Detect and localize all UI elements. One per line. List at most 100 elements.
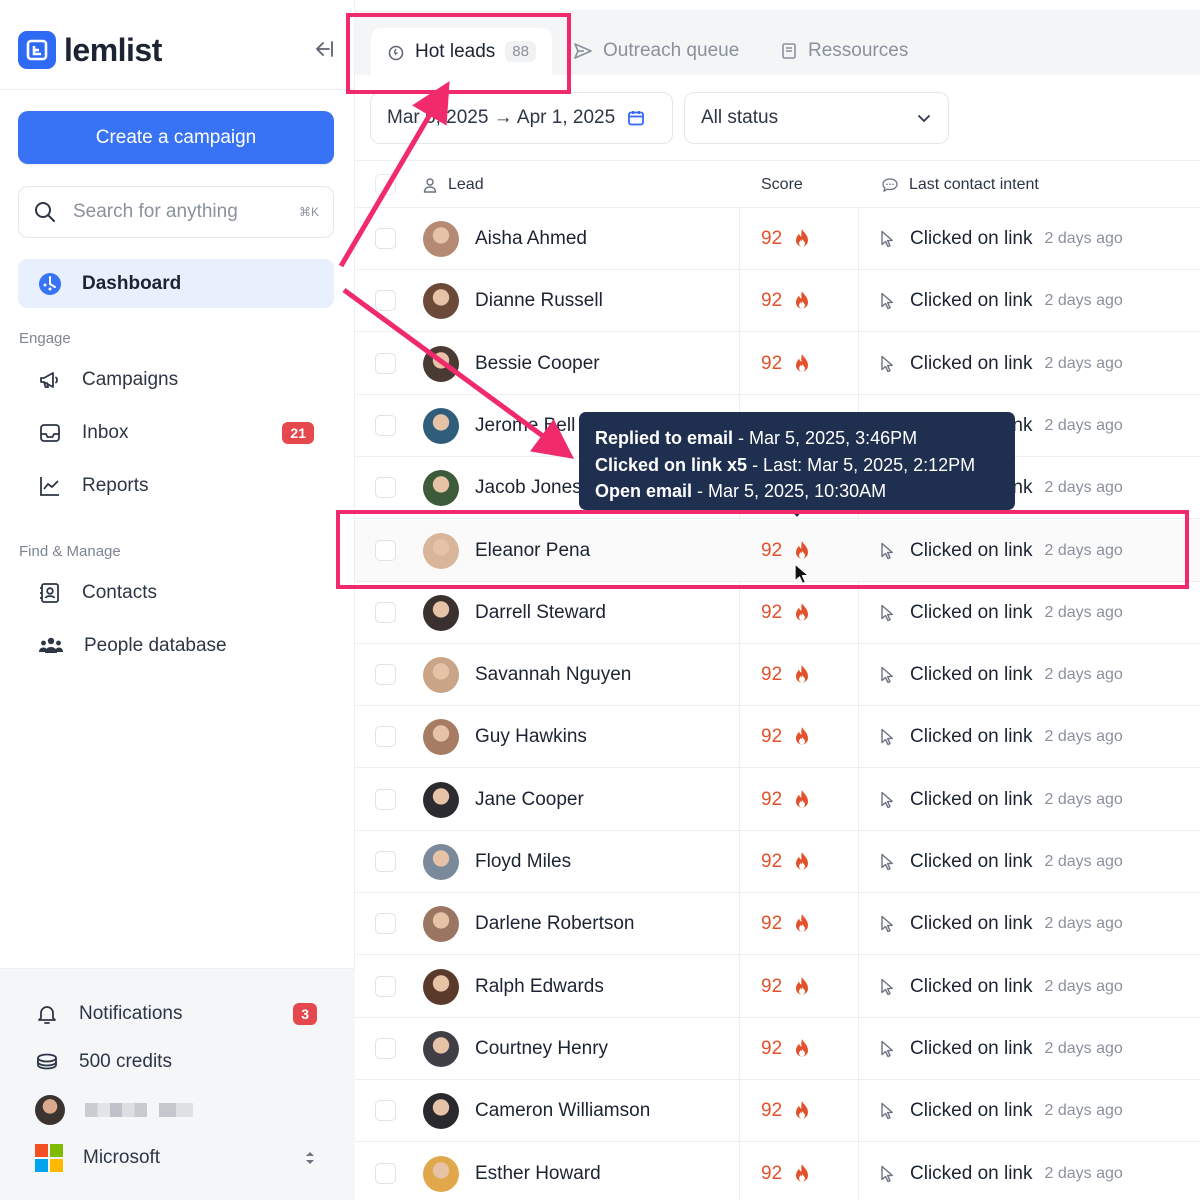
flame-icon (796, 1101, 809, 1119)
select-all-checkbox[interactable] (375, 174, 396, 195)
last-contact-intent[interactable]: Clicked on link 2 days ago (880, 582, 1123, 644)
search-shortcut: ⌘K (298, 205, 319, 219)
sidebar-item-reports[interactable]: Reports (18, 463, 334, 509)
search-icon (35, 202, 55, 222)
table-row[interactable]: Eleanor Pena 92 Clicked on link 2 days ago (355, 519, 1200, 582)
lead-name[interactable]: Jane Cooper (475, 769, 584, 831)
last-contact-intent[interactable]: Clicked on link 2 days ago (880, 1080, 1123, 1142)
row-checkbox[interactable] (375, 664, 396, 686)
row-checkbox[interactable] (375, 539, 396, 561)
row-checkbox[interactable] (375, 913, 396, 935)
lead-name[interactable]: Jerome Bell (475, 395, 575, 457)
lead-name[interactable]: Aisha Ahmed (475, 208, 587, 270)
row-checkbox[interactable] (375, 290, 396, 312)
tab-hot-leads[interactable]: Hot leads 88 (371, 28, 552, 75)
row-checkbox[interactable] (375, 975, 396, 997)
lead-name[interactable]: Courtney Henry (475, 1018, 608, 1080)
row-checkbox[interactable] (375, 726, 396, 748)
last-contact-intent[interactable]: Clicked on link 2 days ago (880, 644, 1123, 706)
last-contact-intent[interactable]: Clicked on link 2 days ago (880, 333, 1123, 395)
row-checkbox[interactable] (375, 1162, 396, 1184)
last-contact-intent[interactable]: Clicked on link 2 days ago (880, 831, 1123, 893)
row-checkbox[interactable] (375, 1100, 396, 1122)
intent-label: Clicked on link (910, 290, 1033, 312)
lead-name[interactable]: Eleanor Pena (475, 520, 590, 582)
table-row[interactable]: Darlene Robertson 92 Clicked on link 2 days… (355, 893, 1200, 956)
lead-name[interactable]: Darlene Robertson (475, 893, 634, 955)
sidebar-item-campaigns[interactable]: Campaigns (18, 357, 334, 403)
sidebar-item-people-database[interactable]: People database (18, 623, 334, 669)
date-range-picker[interactable]: Mar 6, 2025 → Apr 1, 2025 (370, 92, 673, 144)
row-checkbox[interactable] (375, 851, 396, 872)
row-checkbox[interactable] (375, 477, 396, 499)
last-contact-intent[interactable]: Clicked on link 2 days ago (880, 769, 1123, 831)
table-row[interactable]: Aisha Ahmed 92 Clicked on link 2 days ago (355, 208, 1200, 270)
row-checkbox[interactable] (375, 352, 396, 374)
row-checkbox[interactable] (375, 1037, 396, 1059)
search-placeholder: Search for anything (73, 201, 238, 222)
header-label: Lead (448, 176, 484, 193)
last-contact-intent[interactable]: Clicked on link 2 days ago (880, 1143, 1123, 1200)
last-contact-intent[interactable]: Clicked on link 2 days ago (880, 270, 1123, 332)
search-input[interactable]: Search for anything ⌘K (18, 186, 334, 238)
intent-label: Clicked on link (910, 851, 1033, 872)
notifications-item[interactable]: Notifications 3 (18, 992, 334, 1036)
lead-name[interactable]: Guy Hawkins (475, 706, 587, 768)
lead-name[interactable]: Cameron Williamson (475, 1080, 650, 1142)
row-checkbox[interactable] (375, 228, 396, 249)
table-row[interactable]: Courtney Henry 92 Clicked on link 2 days ag… (355, 1018, 1200, 1080)
sidebar-item-inbox[interactable]: Inbox 21 (18, 410, 334, 456)
lead-name[interactable]: Jacob Jones (475, 457, 582, 519)
lead-name[interactable]: Dianne Russell (475, 270, 603, 332)
status-select[interactable]: All status (684, 92, 949, 144)
cursor-click-icon (881, 791, 893, 808)
intent-label: Clicked on link (910, 539, 1033, 561)
last-contact-intent[interactable]: Clicked on link 2 days ago (880, 1018, 1123, 1080)
table-row[interactable]: Esther Howard 92 Clicked on link 2 days ago (355, 1143, 1200, 1200)
last-contact-intent[interactable]: Clicked on link 2 days ago (880, 208, 1123, 270)
table-row[interactable]: Ralph Edwards 92 Clicked on link 2 days ago (355, 956, 1200, 1018)
lead-name[interactable]: Floyd Miles (475, 831, 571, 893)
flame-icon (796, 727, 809, 745)
table-row[interactable]: Dianne Russell 92 Clicked on link 2 days ag… (355, 270, 1200, 333)
sidebar-item-label: Inbox (82, 422, 129, 443)
create-campaign-button[interactable]: Create a campaign (18, 111, 334, 164)
row-checkbox[interactable] (375, 414, 396, 436)
sidebar-item-contacts[interactable]: Contacts (18, 570, 334, 616)
collapse-left-icon (315, 41, 333, 57)
tab-ressources[interactable]: Ressources (780, 28, 908, 74)
column-header-last-contact-intent[interactable]: Last contact intent (881, 161, 1039, 209)
lead-score: 92 (761, 769, 812, 831)
user-profile-item[interactable] (18, 1088, 334, 1132)
table-row[interactable]: Guy Hawkins 92 Clicked on link 2 days ago (355, 706, 1200, 769)
table-row[interactable]: Savannah Nguyen 92 Clicked on link 2 days a… (355, 644, 1200, 707)
lead-name[interactable]: Ralph Edwards (475, 956, 604, 1018)
intent-time: 2 days ago (1044, 915, 1123, 933)
row-checkbox[interactable] (375, 788, 396, 810)
hot-leads-count: 88 (505, 41, 536, 62)
intent-label: Clicked on link (910, 788, 1033, 810)
column-header-lead[interactable]: Lead (422, 161, 484, 209)
column-header-score[interactable]: Score (761, 161, 803, 209)
flame-icon (796, 976, 809, 995)
lead-name[interactable]: Darrell Steward (475, 582, 606, 644)
collapse-sidebar-button[interactable] (310, 36, 336, 62)
table-row[interactable]: Bessie Cooper 92 Clicked on link 2 days ago (355, 333, 1200, 395)
sidebar-item-dashboard[interactable]: Dashboard (18, 259, 334, 308)
lead-name[interactable]: Bessie Cooper (475, 333, 600, 395)
table-row[interactable]: Jane Cooper 92 Clicked on link 2 days ago (355, 769, 1200, 831)
tab-outreach-queue[interactable]: Outreach queue (573, 28, 739, 74)
workspace-switcher[interactable]: Microsoft (18, 1136, 334, 1180)
credits-item[interactable]: 500 credits (18, 1040, 334, 1084)
last-contact-intent[interactable]: Clicked on link 2 days ago (880, 956, 1123, 1018)
table-row[interactable]: Floyd Miles 92 Clicked on link 2 days ago (355, 831, 1200, 893)
last-contact-intent[interactable]: Clicked on link 2 days ago (880, 520, 1123, 582)
lemlist-logo[interactable]: lemlist (18, 30, 162, 70)
lead-name[interactable]: Esther Howard (475, 1143, 601, 1200)
lead-name[interactable]: Savannah Nguyen (475, 644, 631, 706)
last-contact-intent[interactable]: Clicked on link 2 days ago (880, 706, 1123, 768)
last-contact-intent[interactable]: Clicked on link 2 days ago (880, 893, 1123, 955)
table-row[interactable]: Cameron Williamson 92 Clicked on link 2 day… (355, 1080, 1200, 1143)
table-row[interactable]: Darrell Steward 92 Clicked on link 2 days a… (355, 582, 1200, 644)
row-checkbox[interactable] (375, 601, 396, 623)
